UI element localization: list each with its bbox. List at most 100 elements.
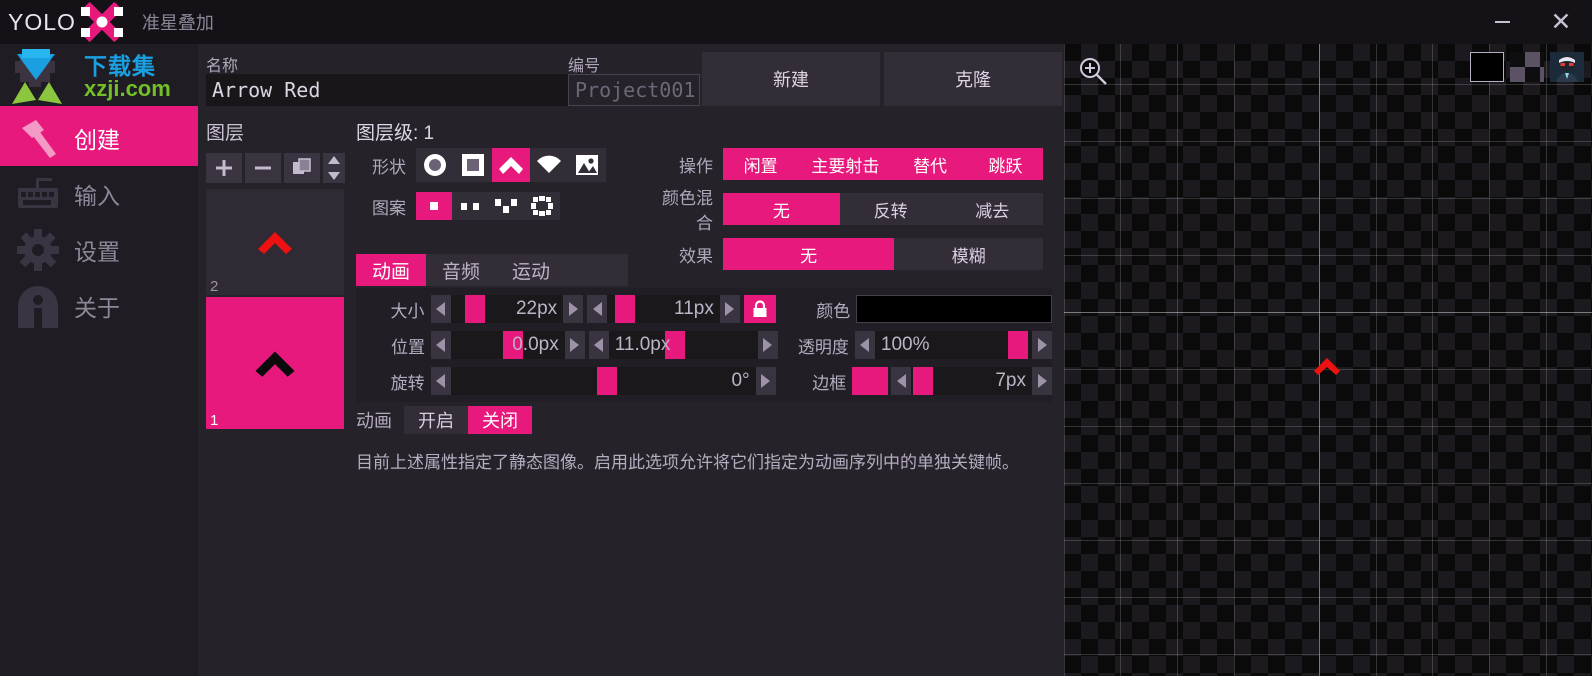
rotation-decrease-button[interactable] — [430, 367, 451, 395]
pattern-option-solid-dot-icon[interactable] — [416, 192, 452, 220]
action-option-alternate[interactable]: 替代 — [892, 148, 968, 180]
watermark-text: 下载集 xzji.com — [84, 52, 171, 100]
sidebar-item-input-label: 输入 — [74, 183, 120, 209]
size-width-decrease-button[interactable] — [430, 295, 451, 323]
size-height-decrease-button[interactable] — [587, 295, 608, 323]
shape-pattern-group: 形状 图案 — [358, 148, 658, 220]
shape-label: 形状 — [372, 157, 406, 177]
close-icon[interactable]: ✕ — [1530, 0, 1592, 44]
background-option-black[interactable] — [1470, 52, 1504, 82]
main-panel: 名称 Arrow Red 编号 Project001 新建 克隆 图层 2 1 … — [198, 44, 1064, 676]
sidebar-item-create-label: 创建 — [74, 127, 120, 153]
blend-options: 无 反转 减去 — [723, 193, 1043, 225]
blend-option-none[interactable]: 无 — [723, 193, 840, 225]
new-button[interactable]: 新建 — [702, 52, 880, 106]
pattern-option-ring-dots-icon[interactable] — [524, 192, 560, 220]
position-y-decrease-button[interactable] — [588, 331, 609, 359]
position-x-slider[interactable]: 0.0px — [430, 331, 585, 359]
outline-track[interactable]: 7px — [911, 367, 1032, 395]
position-y-increase-button[interactable] — [757, 331, 778, 359]
color-swatch[interactable] — [856, 295, 1053, 323]
effect-option-none[interactable]: 无 — [723, 238, 895, 270]
position-x-decrease-button[interactable] — [430, 331, 451, 359]
opacity-decrease-button[interactable] — [854, 331, 875, 359]
position-x-increase-button[interactable] — [564, 331, 585, 359]
name-input[interactable]: Arrow Red — [206, 74, 570, 106]
size-width-increase-button[interactable] — [563, 295, 584, 323]
lock-icon[interactable] — [743, 295, 776, 323]
size-height-increase-button[interactable] — [719, 295, 740, 323]
position-y-value: 11.0px — [614, 334, 671, 355]
animation-off-button[interactable]: 关闭 — [468, 406, 532, 434]
position-x-value: 0.0px — [512, 334, 559, 355]
animation-toggle: 开启 关闭 — [404, 406, 532, 434]
reorder-layer-button[interactable] — [323, 153, 345, 183]
crosshair-preview-icon — [1312, 356, 1342, 381]
outline-color-swatch[interactable] — [852, 367, 889, 395]
outline-slider[interactable]: 7px — [891, 367, 1052, 395]
layer-item-1[interactable]: 1 — [206, 297, 344, 429]
minimize-button[interactable] — [1474, 0, 1530, 44]
app-brand-text: YOLO — [8, 8, 76, 35]
id-input[interactable]: Project001 — [568, 74, 700, 106]
background-option-character[interactable] — [1550, 52, 1584, 82]
background-option-checker[interactable] — [1510, 52, 1544, 82]
layer-toolbar — [206, 153, 352, 183]
project-form: 名称 Arrow Red 编号 Project001 新建 克隆 — [198, 44, 1064, 114]
blend-option-subtract[interactable]: 减去 — [941, 193, 1043, 225]
add-layer-button[interactable] — [206, 153, 242, 183]
rotation-increase-button[interactable] — [755, 367, 776, 395]
tab-audio[interactable]: 音频 — [426, 254, 496, 286]
outline-decrease-button[interactable] — [891, 367, 912, 395]
sidebar-item-settings[interactable]: 设置 — [0, 222, 198, 278]
shape-option-square-icon[interactable] — [454, 148, 492, 182]
rotation-track[interactable]: 0° — [450, 367, 756, 395]
duplicate-layer-button[interactable] — [284, 153, 320, 183]
sidebar-item-input[interactable]: 输入 — [0, 166, 198, 222]
size-width-slider[interactable]: 22px — [430, 295, 584, 323]
layer-item-2[interactable]: 2 — [206, 189, 344, 295]
effect-label: 效果 — [679, 246, 713, 266]
color-label: 颜色 — [816, 301, 851, 321]
shape-option-chevron-icon[interactable] — [492, 148, 530, 182]
position-y-slider[interactable]: 11.0px — [588, 331, 778, 359]
watermark-logo-icon — [10, 48, 78, 106]
shape-option-circle-icon[interactable] — [416, 148, 454, 182]
clone-button[interactable]: 克隆 — [884, 52, 1062, 106]
remove-layer-button[interactable] — [245, 153, 281, 183]
position-x-track[interactable]: 0.0px — [450, 331, 565, 359]
size-height-value: 11px — [674, 298, 714, 319]
tab-animation[interactable]: 动画 — [356, 254, 427, 286]
sidebar-item-about[interactable]: 关于 — [0, 278, 198, 334]
opacity-increase-button[interactable] — [1032, 331, 1052, 359]
action-option-primary-fire[interactable]: 主要射击 — [798, 148, 893, 180]
watermark-cn: 下载集 — [84, 52, 156, 79]
zoom-in-icon[interactable] — [1078, 56, 1108, 86]
action-option-idle[interactable]: 闲置 — [723, 148, 799, 180]
shape-option-wifi-arc-icon[interactable] — [530, 148, 568, 182]
size-height-slider[interactable]: 11px — [587, 295, 740, 323]
pattern-option-two-dots-icon[interactable] — [452, 192, 488, 220]
behavior-group: 操作 闲置 主要射击 替代 跳跃 颜色混合 无 反转 减去 效果 无 模糊 — [653, 148, 1053, 270]
xzji-watermark: 下载集 xzji.com — [0, 44, 198, 110]
opacity-value: 100% — [880, 334, 930, 355]
opacity-track[interactable]: 100% — [874, 331, 1032, 359]
shape-option-image-icon[interactable] — [568, 148, 606, 182]
preview-canvas[interactable] — [1064, 44, 1592, 676]
size-width-track[interactable]: 22px — [450, 295, 564, 323]
rotation-slider[interactable]: 0° — [430, 367, 776, 395]
animation-on-button[interactable]: 开启 — [404, 406, 468, 434]
background-swatches — [1470, 52, 1584, 82]
animation-description: 目前上述属性指定了静态图像。启用此选项允许将它们指定为动画序列中的单独关键帧。 — [356, 453, 1019, 472]
blend-option-invert[interactable]: 反转 — [840, 193, 942, 225]
position-y-track[interactable]: 11.0px — [608, 331, 758, 359]
action-option-jump[interactable]: 跳跃 — [967, 148, 1044, 180]
outline-increase-button[interactable] — [1032, 367, 1052, 395]
tab-motion[interactable]: 运动 — [496, 254, 566, 286]
opacity-slider[interactable]: 100% — [854, 331, 1052, 359]
sidebar-item-create[interactable]: 创建 — [0, 110, 198, 166]
effect-option-blur[interactable]: 模糊 — [894, 238, 1043, 270]
size-height-track[interactable]: 11px — [607, 295, 720, 323]
pattern-option-three-dots-icon[interactable] — [488, 192, 524, 220]
watermark-accent-line — [0, 106, 198, 110]
